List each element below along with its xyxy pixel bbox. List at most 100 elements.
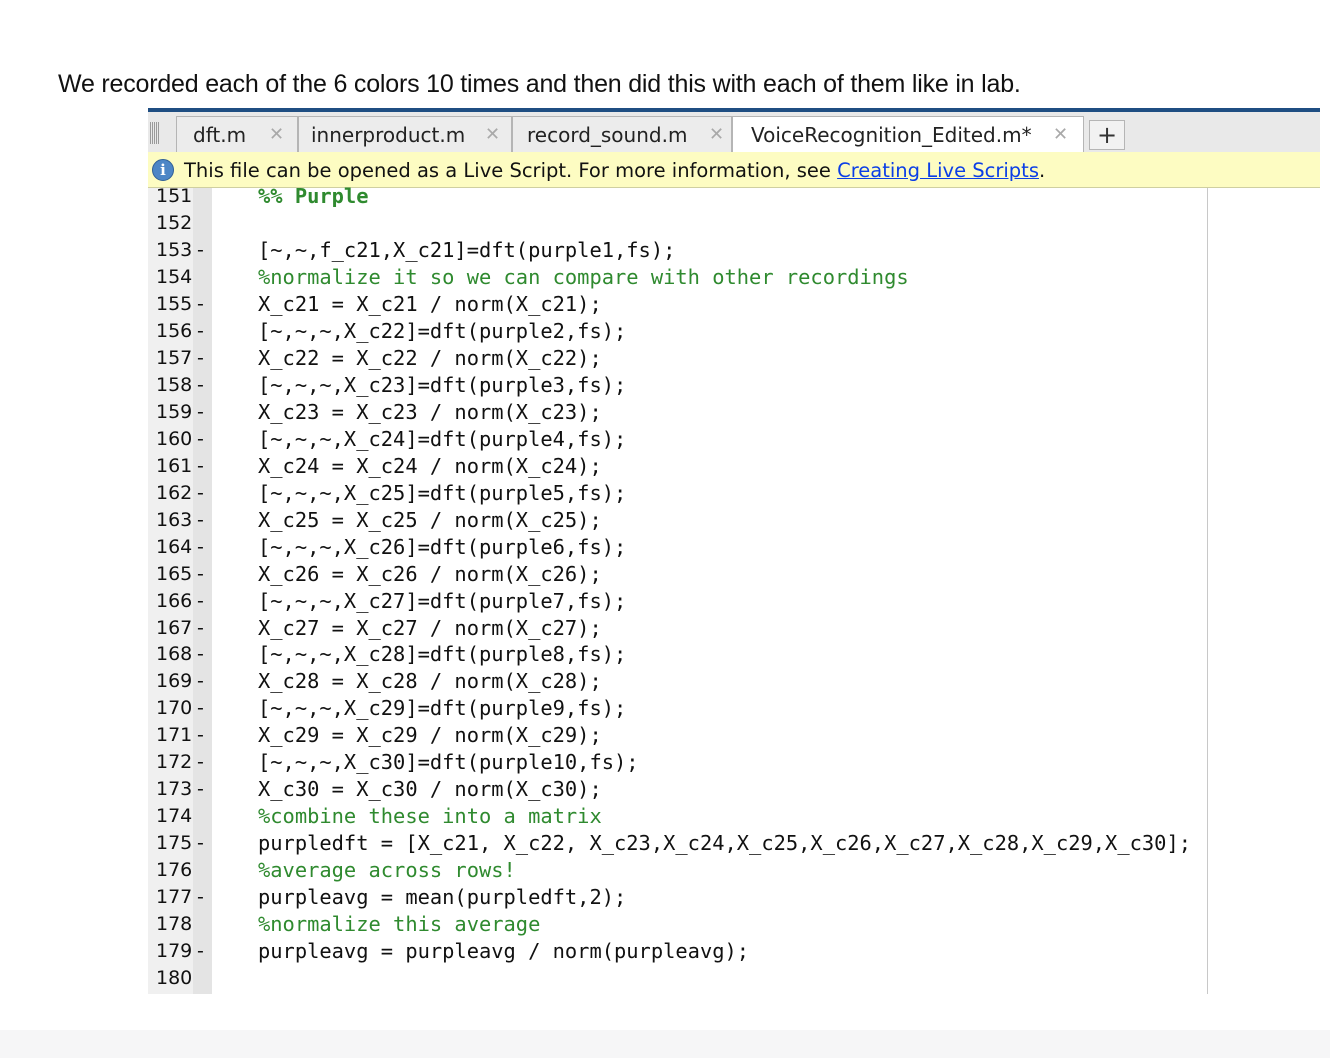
info-suffix: . [1038,159,1046,182]
line-number: 167 [156,616,193,639]
code-line[interactable]: 180 [148,965,1320,992]
code-line[interactable]: 170- [~,~,~,X_c29]=dft(purple9,fs); [148,695,1320,722]
line-number: 164 [156,535,193,558]
executable-line-marker[interactable]: - [197,884,204,911]
code-text: [~,~,~,X_c25]=dft(purple5,fs); [258,480,627,505]
add-tab-button[interactable]: + [1089,120,1125,150]
code-line[interactable]: 161- X_c24 = X_c24 / norm(X_c24); [148,453,1320,480]
code-line[interactable]: 156- [~,~,~,X_c22]=dft(purple2,fs); [148,318,1320,345]
line-number: 153 [156,238,193,261]
code-line[interactable]: 174 %combine these into a matrix [148,803,1320,830]
executable-line-marker[interactable]: - [197,641,204,668]
executable-line-marker[interactable]: - [197,749,204,776]
executable-line-marker[interactable]: - [197,480,204,507]
executable-line-marker[interactable]: - [197,318,204,345]
code-line[interactable]: 172- [~,~,~,X_c30]=dft(purple10,fs); [148,749,1320,776]
tab-label: dft.m [193,123,247,147]
code-line[interactable]: 176 %average across rows! [148,857,1320,884]
code-text: purpleavg = mean(purpledft,2); [258,885,627,910]
executable-line-marker[interactable]: - [197,615,204,642]
drag-grip-icon[interactable] [150,122,160,144]
executable-line-marker[interactable]: - [197,938,204,965]
tab-voicerecognition-edited[interactable]: VoiceRecognition_Edited.m* ✕ [732,116,1084,154]
close-tab-icon[interactable]: ✕ [1053,124,1068,145]
executable-line-marker[interactable]: - [197,561,204,588]
code-line[interactable]: 166- [~,~,~,X_c27]=dft(purple7,fs); [148,588,1320,615]
tab-dft[interactable]: dft.m ✕ [176,116,298,152]
code-line[interactable]: 169- X_c28 = X_c28 / norm(X_c28); [148,668,1320,695]
creating-live-scripts-link[interactable]: Creating Live Scripts [837,159,1039,182]
line-number: 162 [156,481,193,504]
executable-line-marker[interactable]: - [197,722,204,749]
code-line[interactable]: 153- [~,~,f_c21,X_c21]=dft(purple1,fs); [148,237,1320,264]
line-number: 176 [156,859,193,882]
code-line[interactable]: 158- [~,~,~,X_c23]=dft(purple3,fs); [148,372,1320,399]
executable-line-marker[interactable]: - [197,372,204,399]
code-line[interactable]: 171- X_c29 = X_c29 / norm(X_c29); [148,722,1320,749]
code-line[interactable]: 155- X_c21 = X_c21 / norm(X_c21); [148,291,1320,318]
code-line[interactable]: 162- [~,~,~,X_c25]=dft(purple5,fs); [148,480,1320,507]
line-number: 180 [156,967,193,990]
line-number: 160 [156,427,193,450]
executable-line-marker[interactable]: - [197,507,204,534]
close-tab-icon[interactable]: ✕ [709,124,724,145]
executable-line-marker[interactable]: - [197,534,204,561]
executable-line-marker[interactable]: - [197,776,204,803]
tab-record-sound[interactable]: record_sound.m ✕ [512,116,732,152]
code-text: X_c24 = X_c24 / norm(X_c24); [258,453,602,478]
code-text: X_c21 = X_c21 / norm(X_c21); [258,291,602,316]
executable-line-marker[interactable]: - [197,426,204,453]
code-line[interactable]: 179- purpleavg = purpleavg / norm(purplea… [148,938,1320,965]
executable-line-marker[interactable]: - [197,237,204,264]
executable-line-marker[interactable]: - [197,399,204,426]
code-line[interactable]: 175- purpledft = [X_c21, X_c22, X_c23,X_c… [148,830,1320,857]
code-line[interactable]: 168- [~,~,~,X_c28]=dft(purple8,fs); [148,641,1320,668]
code-text: [~,~,~,X_c26]=dft(purple6,fs); [258,534,627,559]
code-line[interactable]: 167- X_c27 = X_c27 / norm(X_c27); [148,615,1320,642]
code-line[interactable]: 152 [148,210,1320,237]
code-text: [~,~,~,X_c27]=dft(purple7,fs); [258,588,627,613]
code-line[interactable]: 163- X_c25 = X_c25 / norm(X_c25); [148,507,1320,534]
code-line[interactable]: 178 %normalize this average [148,911,1320,938]
code-comment: %normalize this average [258,912,541,937]
code-line[interactable]: 154 %normalize it so we can compare with … [148,264,1320,291]
line-number: 151 [156,185,193,207]
line-number: 159 [156,400,193,423]
line-number: 165 [156,562,193,585]
executable-line-marker[interactable]: - [197,668,204,695]
tab-label: VoiceRecognition_Edited.m* [751,123,1032,147]
tab-innerproduct[interactable]: innerproduct.m ✕ [298,116,512,152]
code-text: [~,~,~,X_c23]=dft(purple3,fs); [258,372,627,397]
code-text: X_c30 = X_c30 / norm(X_c30); [258,777,602,802]
line-number: 173 [156,778,193,801]
executable-line-marker[interactable]: - [197,695,204,722]
close-tab-icon[interactable]: ✕ [485,124,500,145]
info-message: This file can be opened as a Live Script… [184,159,1045,182]
close-tab-icon[interactable]: ✕ [269,124,284,145]
code-line[interactable]: 159- X_c23 = X_c23 / norm(X_c23); [148,399,1320,426]
code-line[interactable]: 160- [~,~,~,X_c24]=dft(purple4,fs); [148,426,1320,453]
code-text: X_c26 = X_c26 / norm(X_c26); [258,561,602,586]
code-text: [~,~,~,X_c29]=dft(purple9,fs); [258,696,627,721]
code-line[interactable]: 151 %% Purple [148,183,1320,210]
code-line[interactable]: 173- X_c30 = X_c30 / norm(X_c30); [148,776,1320,803]
code-text: purpledft = [X_c21, X_c22, X_c23,X_c24,X… [258,831,1191,856]
executable-line-marker[interactable]: - [197,588,204,615]
line-number: 172 [156,751,193,774]
executable-line-marker[interactable]: - [197,830,204,857]
code-line[interactable]: 165- X_c26 = X_c26 / norm(X_c26); [148,561,1320,588]
matlab-editor: dft.m ✕ innerproduct.m ✕ record_sound.m … [148,108,1320,994]
code-line[interactable]: 164- [~,~,~,X_c26]=dft(purple6,fs); [148,534,1320,561]
code-line[interactable]: 157- X_c22 = X_c22 / norm(X_c22); [148,345,1320,372]
line-number: 158 [156,373,193,396]
executable-line-marker[interactable]: - [197,291,204,318]
executable-line-marker[interactable]: - [197,453,204,480]
code-text: [~,~,~,X_c28]=dft(purple8,fs); [258,642,627,667]
code-line[interactable]: 177- purpleavg = mean(purpledft,2); [148,884,1320,911]
tab-label: record_sound.m [527,123,688,147]
code-comment: %average across rows! [258,858,516,883]
line-number: 169 [156,670,193,693]
code-text: X_c28 = X_c28 / norm(X_c28); [258,669,602,694]
executable-line-marker[interactable]: - [197,345,204,372]
line-number: 155 [156,292,193,315]
